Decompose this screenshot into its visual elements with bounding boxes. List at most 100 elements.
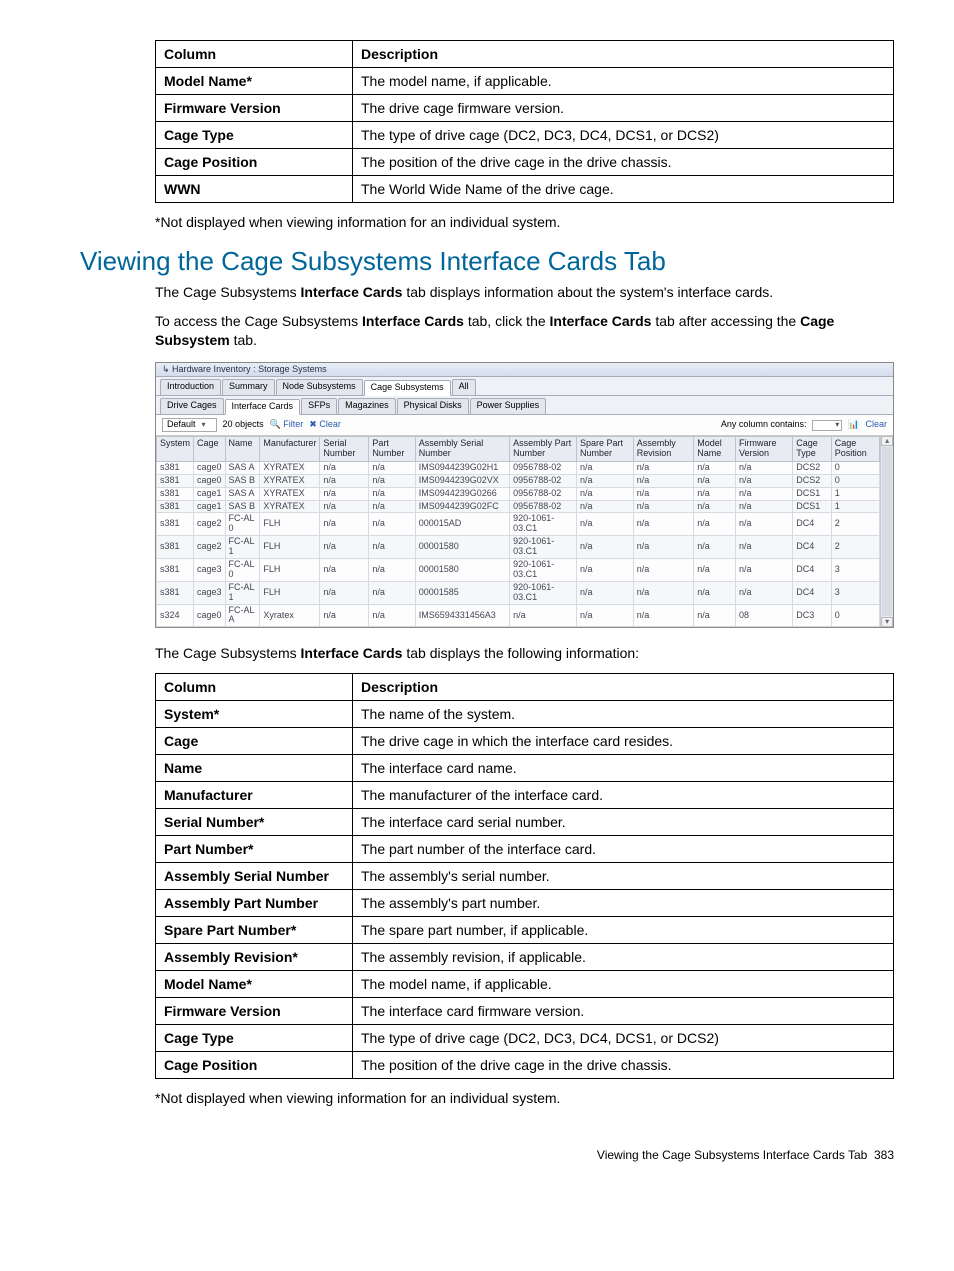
tab-row-sub: Drive CagesInterface CardsSFPsMagazinesP…: [156, 396, 893, 415]
grid-cell: IMS0944239G0266: [415, 487, 509, 500]
grid-cell: 000015AD: [415, 513, 509, 536]
grid-cell: n/a: [320, 513, 369, 536]
table-row: Serial Number*The interface card serial …: [156, 809, 894, 836]
grid-cell: n/a: [633, 513, 693, 536]
grid-header[interactable]: Model Name: [694, 437, 736, 462]
grid-cell: 920-1061-03.C1: [510, 513, 577, 536]
grid-header[interactable]: Cage Position: [831, 437, 879, 462]
grid-cell: cage3: [194, 581, 226, 604]
table-row: Cage TypeThe type of drive cage (DC2, DC…: [156, 122, 894, 149]
grid-cell: DCS1: [793, 500, 832, 513]
scroll-up-icon[interactable]: ▴: [881, 436, 893, 446]
tab-introduction[interactable]: Introduction: [160, 379, 221, 395]
grid-cell: n/a: [633, 487, 693, 500]
tab-node-subsystems[interactable]: Node Subsystems: [276, 379, 363, 395]
grid-row[interactable]: s381cage1SAS BXYRATEXn/an/aIMS0944239G02…: [157, 500, 880, 513]
table-row: Assembly Serial NumberThe assembly's ser…: [156, 863, 894, 890]
grid-row[interactable]: s381cage0SAS AXYRATEXn/an/aIMS0944239G02…: [157, 461, 880, 474]
table-row: Spare Part Number*The spare part number,…: [156, 917, 894, 944]
clear-link[interactable]: ✖ Clear: [309, 420, 341, 430]
table-row: ManufacturerThe manufacturer of the inte…: [156, 782, 894, 809]
grid-cell: s381: [157, 461, 194, 474]
grid-cell: DCS2: [793, 474, 832, 487]
tab-interface-cards[interactable]: Interface Cards: [225, 399, 301, 415]
column-name: Manufacturer: [156, 782, 353, 809]
grid-row[interactable]: s381cage2FC-AL 1FLHn/an/a00001580920-106…: [157, 536, 880, 559]
grid-row[interactable]: s324cage0FC-AL AXyratexn/an/aIMS65943314…: [157, 604, 880, 627]
grid-header[interactable]: Part Number: [369, 437, 415, 462]
grid-cell: FLH: [260, 559, 320, 582]
grid-cell: n/a: [633, 500, 693, 513]
grid-cell: n/a: [577, 461, 634, 474]
grid-cell: FLH: [260, 536, 320, 559]
grid-header[interactable]: Assembly Part Number: [510, 437, 577, 462]
clear-link-2[interactable]: Clear: [865, 420, 887, 430]
tab-drive-cages[interactable]: Drive Cages: [160, 398, 224, 414]
column-name: Cage: [156, 728, 353, 755]
intro-paragraph-1: The Cage Subsystems Interface Cards tab …: [155, 283, 894, 302]
column-description: The type of drive cage (DC2, DC3, DC4, D…: [353, 122, 894, 149]
filter-link[interactable]: 🔍 Filter: [270, 420, 304, 430]
grid-cell: 2: [831, 513, 879, 536]
grid-cell: n/a: [320, 559, 369, 582]
grid-cell: n/a: [736, 474, 793, 487]
grid-header[interactable]: Spare Part Number: [577, 437, 634, 462]
grid-row[interactable]: s381cage3FC-AL 1FLHn/an/a00001585920-106…: [157, 581, 880, 604]
table-row: Model Name*The model name, if applicable…: [156, 971, 894, 998]
grid-header[interactable]: Firmware Version: [736, 437, 793, 462]
grid-cell: DC4: [793, 559, 832, 582]
grid-cell: IMS0944239G02VX: [415, 474, 509, 487]
column-name: Firmware Version: [156, 95, 353, 122]
export-icon[interactable]: 📊: [848, 420, 859, 430]
grid-header[interactable]: Assembly Serial Number: [415, 437, 509, 462]
grid-cell: 920-1061-03.C1: [510, 559, 577, 582]
grid-cell: 0: [831, 604, 879, 627]
column-description: The type of drive cage (DC2, DC3, DC4, D…: [353, 1025, 894, 1052]
th-description: Description: [353, 674, 894, 701]
view-dropdown[interactable]: Default: [162, 418, 217, 432]
grid-cell: n/a: [577, 513, 634, 536]
grid-row[interactable]: s381cage1SAS AXYRATEXn/an/aIMS0944239G02…: [157, 487, 880, 500]
tab-sfps[interactable]: SFPs: [301, 398, 337, 414]
grid-header[interactable]: Serial Number: [320, 437, 369, 462]
tab-physical-disks[interactable]: Physical Disks: [397, 398, 469, 414]
table-row: Cage PositionThe position of the drive c…: [156, 149, 894, 176]
scroll-down-icon[interactable]: ▾: [881, 617, 893, 627]
table-row: Assembly Revision*The assembly revision,…: [156, 944, 894, 971]
grid-cell: 00001580: [415, 559, 509, 582]
grid-cell: XYRATEX: [260, 474, 320, 487]
note-individual-system-2: *Not displayed when viewing information …: [155, 1089, 894, 1108]
grid-header[interactable]: Cage Type: [793, 437, 832, 462]
column-description-table-2: Column Description System*The name of th…: [155, 673, 894, 1079]
grid-header[interactable]: System: [157, 437, 194, 462]
tab-all[interactable]: All: [452, 379, 476, 395]
tab-magazines[interactable]: Magazines: [338, 398, 396, 414]
grid-cell: n/a: [577, 500, 634, 513]
table-row: Firmware VersionThe interface card firmw…: [156, 998, 894, 1025]
grid-cell: n/a: [633, 559, 693, 582]
grid-cell: DC4: [793, 581, 832, 604]
scroll-thumb[interactable]: [882, 447, 892, 616]
note-individual-system-1: *Not displayed when viewing information …: [155, 213, 894, 232]
tab-power-supplies[interactable]: Power Supplies: [470, 398, 547, 414]
grid-cell: s381: [157, 474, 194, 487]
grid-cell: n/a: [577, 536, 634, 559]
grid-row[interactable]: s381cage0SAS BXYRATEXn/an/aIMS0944239G02…: [157, 474, 880, 487]
grid-cell: n/a: [736, 500, 793, 513]
grid-row[interactable]: s381cage2FC-AL 0FLHn/an/a000015AD920-106…: [157, 513, 880, 536]
tab-summary[interactable]: Summary: [222, 379, 275, 395]
grid-header[interactable]: Name: [225, 437, 260, 462]
any-column-dropdown[interactable]: [812, 420, 842, 431]
interface-cards-grid: SystemCageNameManufacturerSerial NumberP…: [156, 436, 880, 627]
grid-cell: n/a: [369, 487, 415, 500]
grid-header[interactable]: Assembly Revision: [633, 437, 693, 462]
scrollbar[interactable]: ▴ ▾: [880, 436, 893, 627]
grid-header[interactable]: Manufacturer: [260, 437, 320, 462]
grid-header[interactable]: Cage: [194, 437, 226, 462]
grid-row[interactable]: s381cage3FC-AL 0FLHn/an/a00001580920-106…: [157, 559, 880, 582]
tab-cage-subsystems[interactable]: Cage Subsystems: [364, 380, 451, 396]
grid-cell: s381: [157, 487, 194, 500]
grid-cell: n/a: [694, 536, 736, 559]
grid-cell: n/a: [577, 487, 634, 500]
grid-cell: n/a: [736, 581, 793, 604]
